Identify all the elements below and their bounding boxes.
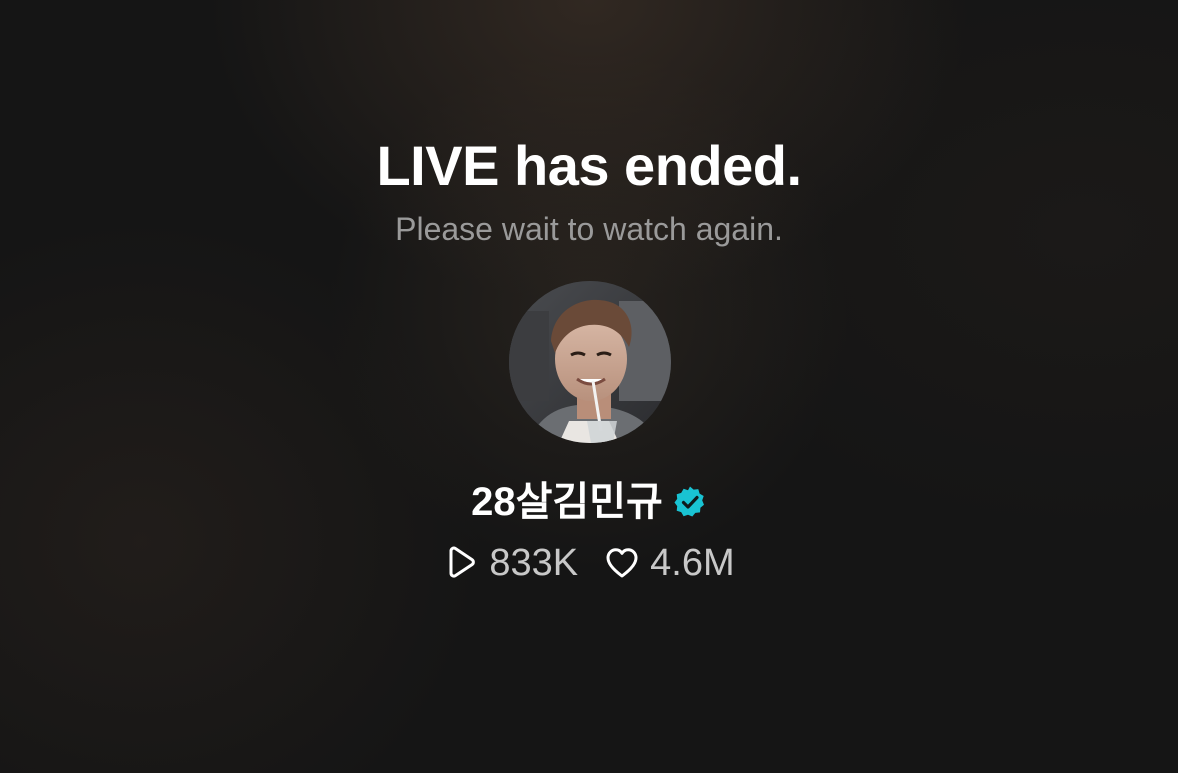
stats-row: 833K 4.6M [0,540,1178,586]
page-title: LIVE has ended. [376,134,802,197]
plays-stat: 833K [443,540,578,586]
plays-count: 833K [489,542,579,584]
avatar-photo [509,281,671,443]
likes-stat: 4.6M [604,540,735,586]
verified-badge-icon [674,486,704,517]
likes-count: 4.6M [650,542,735,584]
page-subtitle: Please wait to watch again. [395,211,783,247]
heart-icon [606,548,638,578]
profile-name-row: 28살김민규 [0,478,1178,526]
profile-name[interactable]: 28살김민규 [471,478,663,526]
live-ended-screen: LIVE has ended. Please wait to watch aga… [0,0,1178,773]
avatar[interactable] [509,281,671,443]
play-icon [449,546,476,578]
